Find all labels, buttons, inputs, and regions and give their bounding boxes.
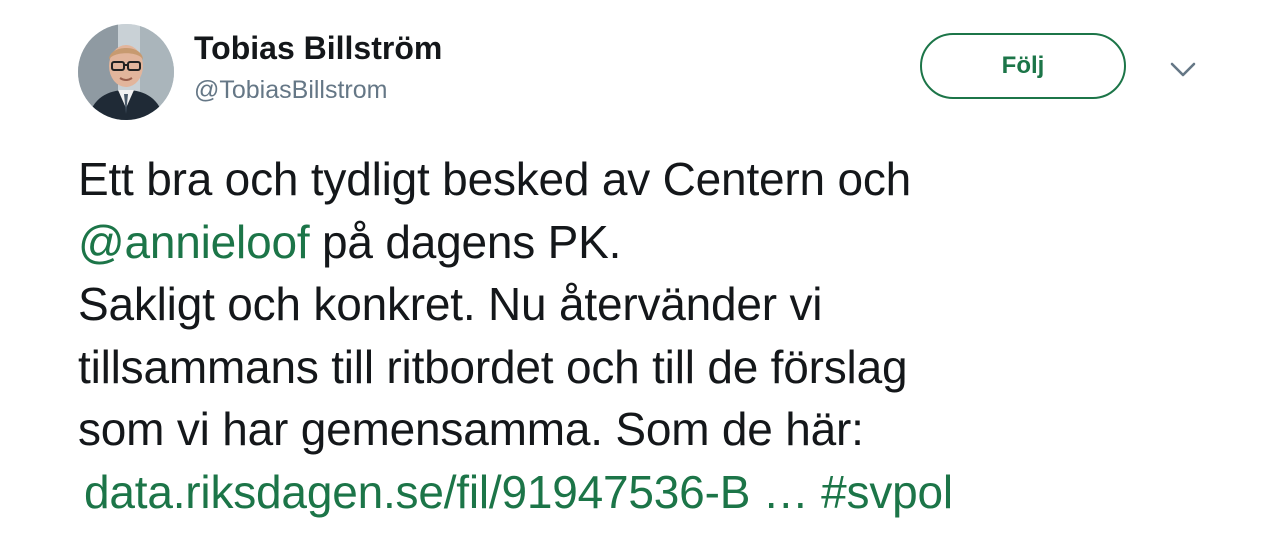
tweet-text-line: tillsammans till ritbordet och till de f…	[78, 340, 908, 393]
chevron-down-icon[interactable]	[1166, 56, 1200, 84]
tweet-text-line: data.riksdagen.se/fil/91947536-B … #svpo…	[78, 461, 1238, 524]
tweet-text-line: @annieloof på dagens PK.	[78, 211, 1238, 274]
tweet-text-line: Ett bra och tydligt besked av Centern oc…	[78, 153, 912, 205]
mention-link[interactable]: @annieloof	[78, 216, 310, 268]
follow-button[interactable]: Följ	[920, 33, 1126, 99]
avatar-portrait-icon	[78, 24, 174, 120]
tweet-text: Ett bra och tydligt besked av Centern oc…	[78, 148, 1238, 523]
tweet-text-line: som vi har gemensamma. Som de här:	[78, 403, 864, 455]
tweet-card: Tobias Billström @TobiasBillstrom Följ E…	[0, 0, 1278, 546]
hashtag-link[interactable]: #svpol	[821, 466, 953, 518]
user-handle[interactable]: @TobiasBillstrom	[194, 76, 387, 105]
tweet-text-fragment: på dagens PK.	[309, 215, 622, 268]
avatar[interactable]	[78, 24, 174, 120]
url-link[interactable]: data.riksdagen.se/fil/91947536-B …	[84, 466, 809, 518]
display-name[interactable]: Tobias Billström	[194, 30, 442, 67]
tweet-text-line: Sakligt och konkret. Nu återvänder vi	[78, 278, 823, 330]
